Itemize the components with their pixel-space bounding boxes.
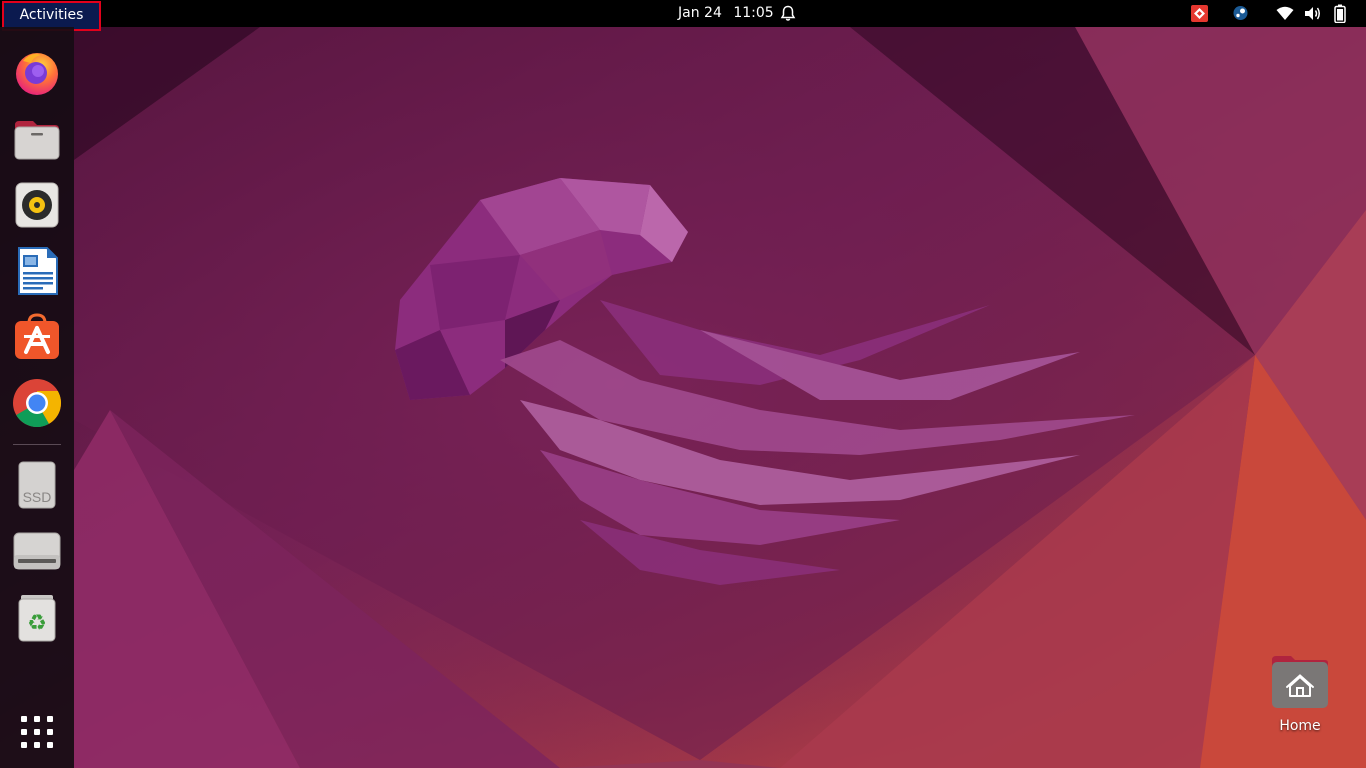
desktop-icon-label: Home bbox=[1279, 718, 1321, 734]
ssd-icon: SSD bbox=[18, 461, 56, 509]
dock-item-rhythmbox[interactable] bbox=[11, 179, 63, 231]
dock-item-ssd-drive[interactable]: SSD bbox=[11, 459, 63, 511]
dock-item-ubuntu-software[interactable] bbox=[11, 311, 63, 363]
steam-icon[interactable] bbox=[1233, 5, 1248, 21]
app-store-icon bbox=[15, 313, 59, 359]
dock-item-trash[interactable]: ♻ bbox=[11, 591, 63, 643]
ssd-label: SSD bbox=[23, 489, 52, 505]
recycle-glyph: ♻ bbox=[27, 611, 47, 636]
dock-item-google-chrome[interactable] bbox=[11, 377, 63, 429]
anydesk-icon[interactable] bbox=[1191, 5, 1208, 22]
show-apps-button[interactable] bbox=[11, 707, 63, 759]
dock-item-firefox[interactable] bbox=[11, 47, 63, 99]
clock-button[interactable]: Jan 24 11:05 bbox=[678, 0, 774, 27]
volume-icon[interactable] bbox=[1304, 5, 1322, 22]
dock: SSD ♻ bbox=[0, 27, 74, 768]
dock-item-libreoffice-writer[interactable] bbox=[11, 245, 63, 297]
home-folder-icon bbox=[1272, 656, 1328, 708]
clock-date: Jan 24 bbox=[678, 5, 722, 21]
writer-document-icon bbox=[18, 247, 58, 295]
wifi-icon[interactable] bbox=[1276, 6, 1294, 21]
drive-icon bbox=[13, 532, 61, 570]
trash-icon: ♻ bbox=[18, 595, 56, 642]
dock-item-hard-drive[interactable] bbox=[11, 525, 63, 577]
desktop-wallpaper bbox=[0, 0, 1366, 768]
dock-separator bbox=[13, 444, 61, 445]
battery-icon[interactable] bbox=[1334, 4, 1346, 23]
grid-icon bbox=[21, 716, 53, 748]
bell-icon[interactable] bbox=[780, 5, 796, 22]
clock-time: 11:05 bbox=[733, 5, 774, 21]
chrome-icon bbox=[13, 379, 62, 428]
files-icon bbox=[14, 121, 60, 160]
dock-item-files[interactable] bbox=[11, 113, 63, 165]
firefox-icon bbox=[16, 53, 58, 95]
top-bar: Activities Jan 24 11:05 bbox=[0, 0, 1366, 31]
desktop-icon-home[interactable]: Home bbox=[1266, 652, 1334, 742]
speaker-icon bbox=[15, 182, 59, 228]
